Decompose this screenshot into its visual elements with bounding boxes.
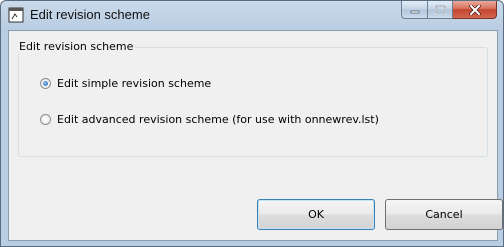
- radio-advanced-label[interactable]: Edit advanced revision scheme (for use w…: [57, 113, 379, 126]
- cancel-button[interactable]: Cancel: [385, 199, 503, 230]
- minimize-button[interactable]: [401, 1, 427, 19]
- minimize-icon: [410, 10, 419, 13]
- revision-scheme-groupbox: [18, 47, 488, 157]
- title-bar[interactable]: Edit revision scheme: [1, 1, 503, 30]
- radio-button-checked-icon[interactable]: [40, 78, 51, 89]
- close-icon: [468, 4, 481, 15]
- radio-advanced-revision[interactable]: Edit advanced revision scheme (for use w…: [40, 113, 379, 126]
- radio-button-unchecked-icon[interactable]: [40, 114, 51, 125]
- dialog-window: Edit revision scheme Edit revision schem…: [0, 0, 504, 247]
- caption-buttons: [401, 1, 497, 20]
- groupbox-label: Edit revision scheme: [17, 40, 136, 53]
- ok-button[interactable]: OK: [257, 199, 375, 230]
- window-title: Edit revision scheme: [30, 7, 150, 22]
- radio-simple-label[interactable]: Edit simple revision scheme: [57, 77, 211, 90]
- maximize-icon: [434, 5, 446, 14]
- radio-simple-revision[interactable]: Edit simple revision scheme: [40, 77, 211, 90]
- app-icon: [8, 7, 24, 23]
- dialog-client-area: Edit revision scheme Edit simple revisio…: [8, 30, 503, 241]
- maximize-button[interactable]: [427, 1, 453, 19]
- close-button[interactable]: [453, 1, 497, 19]
